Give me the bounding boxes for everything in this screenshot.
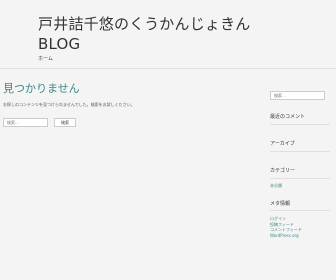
site-title[interactable]: 戸井詰千悠のくうかんじょきん BLOG: [38, 14, 258, 54]
meta-link-wordpress[interactable]: WordPress.org: [270, 233, 302, 239]
widget-divider: [270, 210, 330, 211]
categories-heading: カテゴリー: [270, 168, 296, 174]
nav-home-link[interactable]: ホーム: [38, 55, 53, 62]
meta-heading: メタ情報: [270, 201, 291, 207]
category-link-uncategorized[interactable]: 未分類: [270, 183, 282, 189]
meta-links: ログイン 投稿フィード コメントフィード WordPress.org: [270, 216, 302, 238]
search-input[interactable]: [3, 118, 48, 127]
recent-comments-heading: 最近のコメント: [270, 114, 306, 120]
not-found-message: お探しのコンテンツを見つけられませんでした。検索をお試しください。: [3, 102, 135, 107]
header-divider: [0, 68, 336, 69]
archives-heading: アーカイブ: [270, 141, 295, 147]
meta-link-comments-feed[interactable]: コメントフィード: [270, 227, 302, 233]
sidebar-search-input[interactable]: [270, 91, 325, 100]
page-title: 見つかりません: [3, 82, 80, 95]
site-title-line1[interactable]: 戸井詰千悠のくうかんじょきん: [38, 14, 258, 34]
site-title-line2[interactable]: BLOG: [38, 34, 258, 54]
search-button[interactable]: 検索: [54, 118, 76, 127]
widget-divider: [270, 124, 330, 125]
widget-divider: [270, 151, 330, 152]
widget-divider: [270, 178, 330, 179]
